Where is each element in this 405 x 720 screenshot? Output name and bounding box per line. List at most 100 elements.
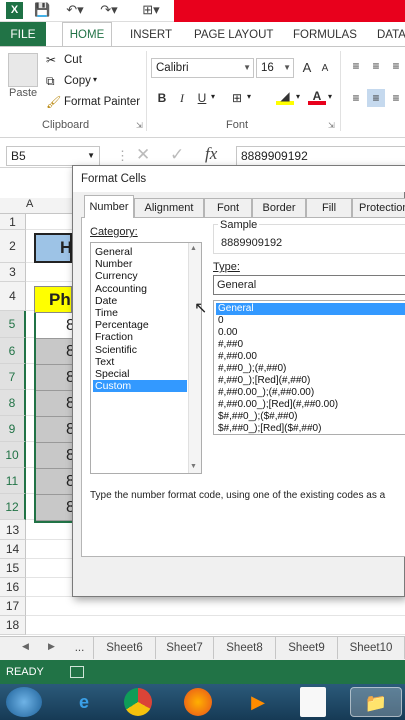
row-header[interactable]: 11: [0, 468, 26, 494]
copy-icon[interactable]: ⧉: [46, 74, 55, 89]
row-header[interactable]: 7: [0, 364, 26, 390]
column-header-a[interactable]: A: [26, 198, 36, 214]
align-center-icon[interactable]: ≡: [367, 89, 385, 107]
macro-record-icon[interactable]: [70, 666, 84, 678]
type-item[interactable]: #,##0: [216, 339, 405, 351]
align-left-icon[interactable]: ≡: [347, 89, 365, 107]
document-icon[interactable]: [300, 687, 326, 717]
row-header[interactable]: 2: [0, 230, 26, 263]
underline-button[interactable]: U: [193, 89, 211, 107]
category-scrollbar[interactable]: [188, 243, 201, 473]
shrink-font-button[interactable]: A: [316, 60, 334, 78]
sheet-tab-sheet6[interactable]: Sheet6: [94, 637, 156, 659]
scissors-icon[interactable]: ✂: [46, 53, 56, 67]
row-header[interactable]: 18: [0, 616, 26, 635]
copy-button[interactable]: Copy: [64, 75, 91, 87]
align-right-icon[interactable]: ≡: [387, 89, 405, 107]
paste-icon[interactable]: [8, 53, 38, 87]
type-item[interactable]: $#,##0_);($#,##0): [216, 411, 405, 423]
type-item[interactable]: $#,##0_);[Red]($#,##0): [216, 423, 405, 435]
font-color-icon[interactable]: A: [308, 87, 326, 105]
chrome-icon[interactable]: [124, 688, 152, 716]
align-top-icon[interactable]: ≡: [347, 57, 365, 75]
cut-button[interactable]: Cut: [64, 54, 82, 66]
cell-phone-number[interactable]: 8: [36, 313, 72, 339]
tab-font[interactable]: Font: [204, 198, 252, 218]
row-header[interactable]: 17: [0, 597, 26, 616]
category-item[interactable]: Date: [93, 295, 187, 307]
font-size-combo[interactable]: 16 ▼: [256, 58, 294, 78]
fill-dropdown-icon[interactable]: ▾: [296, 92, 300, 101]
type-listbox[interactable]: General 0 0.00 #,##0 #,##0.00 #,##0_);(#,##0)…: [213, 300, 405, 435]
tab-fill[interactable]: Fill: [306, 198, 352, 218]
tab-data[interactable]: DATA: [377, 26, 405, 46]
tab-border[interactable]: Border: [252, 198, 306, 218]
category-item[interactable]: General: [93, 246, 187, 258]
undo-icon[interactable]: ↶▾: [62, 2, 88, 18]
align-middle-icon[interactable]: ≡: [367, 57, 385, 75]
file-explorer-icon[interactable]: 📁: [350, 687, 402, 717]
category-item[interactable]: Fraction: [93, 331, 187, 343]
type-item[interactable]: 0.00: [216, 327, 405, 339]
type-input[interactable]: General: [213, 275, 405, 295]
cell-b2-header[interactable]: H: [34, 233, 72, 263]
category-item[interactable]: Currency: [93, 270, 187, 282]
name-box[interactable]: B5 ▼: [6, 146, 100, 166]
borders-icon[interactable]: ⊞: [228, 89, 246, 107]
font-launcher-icon[interactable]: ⇲: [328, 121, 335, 130]
save-icon[interactable]: 💾: [34, 2, 50, 18]
underline-dropdown-icon[interactable]: ▾: [211, 92, 215, 101]
format-painter-button[interactable]: Format Painter: [64, 96, 140, 108]
sheet-tab-sheet7[interactable]: Sheet7: [156, 637, 214, 659]
confirm-entry-icon[interactable]: ✓: [170, 145, 184, 165]
bold-button[interactable]: B: [153, 89, 171, 107]
type-item[interactable]: General: [216, 303, 405, 315]
grow-font-button[interactable]: A: [298, 59, 316, 77]
row-header[interactable]: 4: [0, 282, 26, 311]
scroll-up-icon[interactable]: ▲: [190, 245, 197, 252]
row-header[interactable]: 8: [0, 390, 26, 416]
scroll-down-icon[interactable]: ▼: [190, 463, 197, 470]
cell-phone-number[interactable]: 8: [36, 417, 72, 443]
insert-function-icon[interactable]: fx: [205, 144, 217, 164]
formula-input[interactable]: 8889909192: [236, 146, 405, 166]
row-header[interactable]: 1: [0, 214, 26, 230]
cell-phone-number[interactable]: 8: [36, 495, 72, 521]
cancel-entry-icon[interactable]: ✕: [136, 145, 150, 165]
media-player-icon[interactable]: ▶: [242, 687, 274, 717]
category-item[interactable]: Number: [93, 258, 187, 270]
category-listbox[interactable]: General Number Currency Accounting Date Time P…: [90, 242, 202, 474]
category-item[interactable]: Percentage: [93, 319, 187, 331]
tab-file[interactable]: FILE: [0, 22, 46, 46]
font-name-combo[interactable]: Calibri ▼: [151, 58, 254, 78]
tab-protection[interactable]: Protection: [352, 198, 405, 218]
cell-phone-number[interactable]: 8: [36, 391, 72, 417]
category-item[interactable]: Scientific: [93, 344, 187, 356]
cell-b4-header[interactable]: Ph: [34, 286, 72, 313]
sheet-tab-sheet10[interactable]: Sheet10: [338, 637, 405, 659]
category-item[interactable]: Text: [93, 356, 187, 368]
row-header[interactable]: 15: [0, 559, 26, 578]
row-header[interactable]: 10: [0, 442, 26, 468]
row-header[interactable]: 16: [0, 578, 26, 597]
type-item[interactable]: #,##0.00_);(#,##0.00): [216, 387, 405, 399]
internet-explorer-icon[interactable]: e: [68, 687, 100, 717]
font-color-dropdown-icon[interactable]: ▾: [328, 92, 332, 101]
type-item[interactable]: #,##0_);(#,##0): [216, 363, 405, 375]
type-item[interactable]: #,##0_);[Red](#,##0): [216, 375, 405, 387]
tab-insert[interactable]: INSERT: [130, 26, 172, 46]
category-item[interactable]: Time: [93, 307, 187, 319]
row-header[interactable]: 3: [0, 263, 26, 282]
category-item[interactable]: Accounting: [93, 283, 187, 295]
italic-button[interactable]: I: [173, 89, 191, 107]
tab-ellipsis[interactable]: ...: [66, 637, 94, 659]
cell-phone-number[interactable]: 8: [36, 365, 72, 391]
sheet-tab-sheet9[interactable]: Sheet9: [276, 637, 338, 659]
tab-number[interactable]: Number: [84, 195, 134, 218]
start-icon[interactable]: [6, 687, 42, 717]
redo-icon[interactable]: ↷▾: [96, 2, 122, 18]
tab-home[interactable]: HOME: [62, 22, 112, 47]
type-item[interactable]: #,##0.00: [216, 351, 405, 363]
row-header[interactable]: 14: [0, 540, 26, 559]
align-bottom-icon[interactable]: ≡: [387, 57, 405, 75]
